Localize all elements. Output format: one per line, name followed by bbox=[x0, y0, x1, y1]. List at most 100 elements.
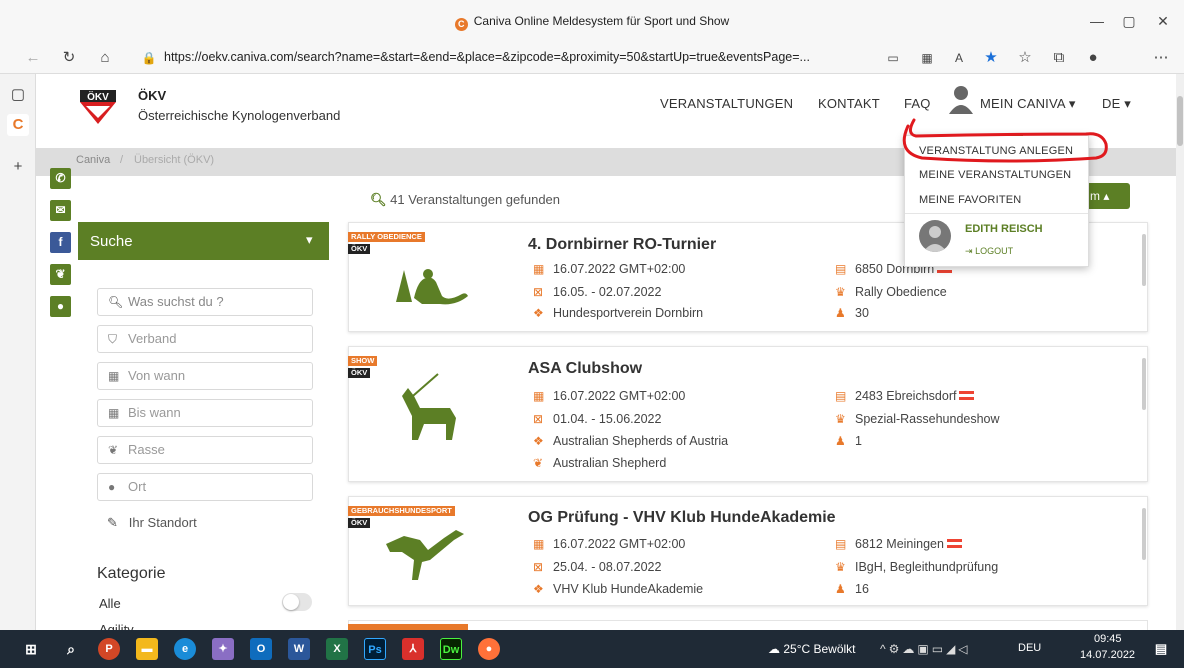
excel-icon[interactable]: X bbox=[326, 638, 348, 660]
page-scrollbar[interactable] bbox=[1176, 74, 1184, 630]
caret-down-icon: ▾ bbox=[1124, 96, 1132, 111]
phone-icon[interactable]: ✆ bbox=[50, 168, 71, 189]
event-title[interactable]: 4. Dornbirner RO-Turnier bbox=[528, 236, 716, 254]
category-tag: SHOW bbox=[348, 356, 378, 366]
nav-contact[interactable]: KONTAKT bbox=[818, 96, 880, 111]
favorite-star-icon[interactable]: ★ bbox=[980, 48, 1002, 68]
date-to-input[interactable]: ▦ Bis wann bbox=[97, 399, 313, 427]
read-aloud-icon[interactable]: A bbox=[948, 48, 970, 68]
outlook-icon[interactable]: O bbox=[250, 638, 272, 660]
close-window-button[interactable]: ✕ bbox=[1148, 10, 1178, 32]
breadcrumb-current: Übersicht (ÖKV) bbox=[134, 154, 215, 166]
photoshop-icon[interactable]: Ps bbox=[364, 638, 386, 660]
category-all-toggle[interactable] bbox=[282, 593, 312, 611]
profile-icon[interactable]: ● bbox=[1082, 48, 1104, 68]
event-title[interactable]: ASA Clubshow bbox=[528, 360, 642, 378]
nav-my-caniva[interactable]: MEIN CANIVA ▾ bbox=[980, 96, 1076, 112]
clock-date[interactable]: 14.07.2022 bbox=[1080, 649, 1135, 661]
group-icon: ♟ bbox=[835, 306, 846, 320]
breed-icon[interactable]: ❦ bbox=[50, 264, 71, 285]
trophy-icon: ♛ bbox=[835, 560, 846, 574]
map-pin-icon[interactable]: ● bbox=[50, 296, 71, 317]
maximize-button[interactable]: ▢ bbox=[1114, 10, 1144, 32]
group-icon: ♟ bbox=[835, 582, 846, 596]
event-card[interactable] bbox=[348, 346, 1148, 482]
search-icon: 🔍︎ bbox=[370, 192, 387, 207]
acrobat-icon[interactable]: ⅄ bbox=[402, 638, 424, 660]
category-title: Kategorie bbox=[97, 565, 166, 582]
mail-icon[interactable]: ✉ bbox=[50, 200, 71, 221]
result-count: 🔍︎ 41 Veranstaltungen gefunden bbox=[370, 192, 561, 207]
powerpoint-icon[interactable]: P bbox=[98, 638, 120, 660]
window-title-bar: C Caniva Online Meldesystem für Sport und… bbox=[0, 0, 1184, 42]
facebook-icon[interactable]: f bbox=[50, 232, 71, 253]
language-select[interactable]: DE ▾ bbox=[1102, 96, 1131, 112]
system-tray-icons[interactable]: ^⚙☁▣▭◢◁ bbox=[880, 642, 971, 656]
input-language[interactable]: DEU bbox=[1018, 642, 1041, 654]
weather-widget[interactable]: ☁ 25°C Bewölkt bbox=[768, 642, 856, 656]
logout-link[interactable]: ⇥ LOGOUT bbox=[965, 246, 1013, 257]
map-icon: ▤ bbox=[835, 389, 847, 403]
breadcrumb-home[interactable]: Caniva bbox=[76, 154, 110, 166]
read-mode-icon[interactable]: ▭ bbox=[882, 48, 904, 68]
breed-icon: ❦ bbox=[533, 456, 544, 470]
notifications-icon[interactable]: ▤ bbox=[1150, 638, 1172, 660]
favorites-list-icon[interactable]: ☆ bbox=[1014, 48, 1036, 68]
address-bar[interactable]: https://oekv.caniva.com/search?name=&sta… bbox=[164, 50, 882, 64]
caniva-tab-icon[interactable]: C bbox=[7, 114, 29, 136]
event-date: ▦ 16.07.2022 GMT+02:00 bbox=[533, 389, 686, 403]
search-query-input[interactable]: 🔍︎ Was suchst du ? bbox=[97, 288, 313, 316]
firefox-icon[interactable]: ● bbox=[478, 638, 500, 660]
file-explorer-icon[interactable]: ▬ bbox=[136, 638, 158, 660]
search-panel-header[interactable]: Suche ▾ bbox=[78, 222, 329, 260]
my-location-button[interactable]: ✎ Ihr Standort bbox=[107, 515, 197, 531]
date-from-input[interactable]: ▦ Von wann bbox=[97, 362, 313, 390]
event-card[interactable] bbox=[348, 620, 1148, 630]
menu-item-favorites[interactable]: MEINE FAVORITEN bbox=[919, 194, 1021, 206]
app-icon[interactable]: ✦ bbox=[212, 638, 234, 660]
reload-icon[interactable]: ↻ bbox=[58, 48, 80, 68]
oekv-logo[interactable]: ÖKV bbox=[80, 90, 116, 128]
event-title[interactable]: OG Prüfung - VHV Klub HundeAkademie bbox=[528, 509, 836, 527]
clock-time[interactable]: 09:45 bbox=[1094, 633, 1122, 645]
event-club: ❖ Australian Shepherds of Austria bbox=[533, 434, 729, 448]
association-select[interactable]: ⛉ Verband bbox=[97, 325, 313, 353]
tabs-icon[interactable]: ▢ bbox=[7, 84, 29, 106]
event-participants: ♟ 16 bbox=[835, 582, 869, 596]
menu-item-my-events[interactable]: MEINE VERANSTALTUNGEN bbox=[919, 169, 1071, 181]
apps-icon[interactable]: ▦ bbox=[916, 48, 938, 68]
rally-obedience-icon bbox=[392, 262, 472, 306]
event-registration-period: ⊠ 01.04. - 15.06.2022 bbox=[533, 412, 662, 426]
caret-down-icon: ▾ bbox=[1068, 96, 1076, 111]
place-input[interactable]: ● Ort bbox=[97, 473, 313, 501]
nav-events[interactable]: VERANSTALTUNGEN bbox=[660, 96, 793, 111]
new-tab-icon[interactable]: + bbox=[7, 156, 29, 178]
collections-icon[interactable]: ⧉ bbox=[1048, 48, 1070, 68]
paw-icon: ❖ bbox=[533, 306, 544, 320]
event-club: ❖ VHV Klub HundeAkademie bbox=[533, 582, 704, 596]
home-icon[interactable]: ⌂ bbox=[94, 48, 116, 68]
window-title: C Caniva Online Meldesystem für Sport und… bbox=[0, 14, 1184, 31]
word-icon[interactable]: W bbox=[288, 638, 310, 660]
lock-icon: 🔒 bbox=[141, 51, 157, 65]
dreamweaver-icon[interactable]: Dw bbox=[440, 638, 462, 660]
nav-faq[interactable]: FAQ bbox=[904, 96, 931, 111]
search-icon[interactable]: ⌕ bbox=[60, 638, 82, 660]
back-icon[interactable]: ← bbox=[22, 48, 44, 68]
user-avatar-icon[interactable] bbox=[948, 84, 974, 114]
more-menu-icon[interactable]: ⋯ bbox=[1150, 48, 1172, 68]
breadcrumb-separator: / bbox=[120, 154, 124, 166]
windows-start-icon[interactable]: ⊞ bbox=[20, 638, 42, 660]
caret-down-icon: ▾ bbox=[306, 232, 313, 247]
calendar-icon: ▦ bbox=[108, 406, 120, 420]
breed-input[interactable]: ❦ Rasse bbox=[97, 436, 313, 464]
association-badge: ÖKV bbox=[348, 244, 371, 254]
pin-icon: ✎ bbox=[107, 515, 118, 530]
minimize-button[interactable]: — bbox=[1082, 10, 1112, 32]
event-breed: ❦ Australian Shepherd bbox=[533, 456, 667, 470]
edge-icon[interactable]: e bbox=[174, 638, 196, 660]
calendar-icon: ▦ bbox=[533, 537, 545, 551]
search-icon: 🔍︎ bbox=[108, 295, 124, 309]
event-discipline: ♛ Rally Obedience bbox=[835, 285, 947, 299]
category-agility-label: Agility bbox=[99, 622, 134, 630]
